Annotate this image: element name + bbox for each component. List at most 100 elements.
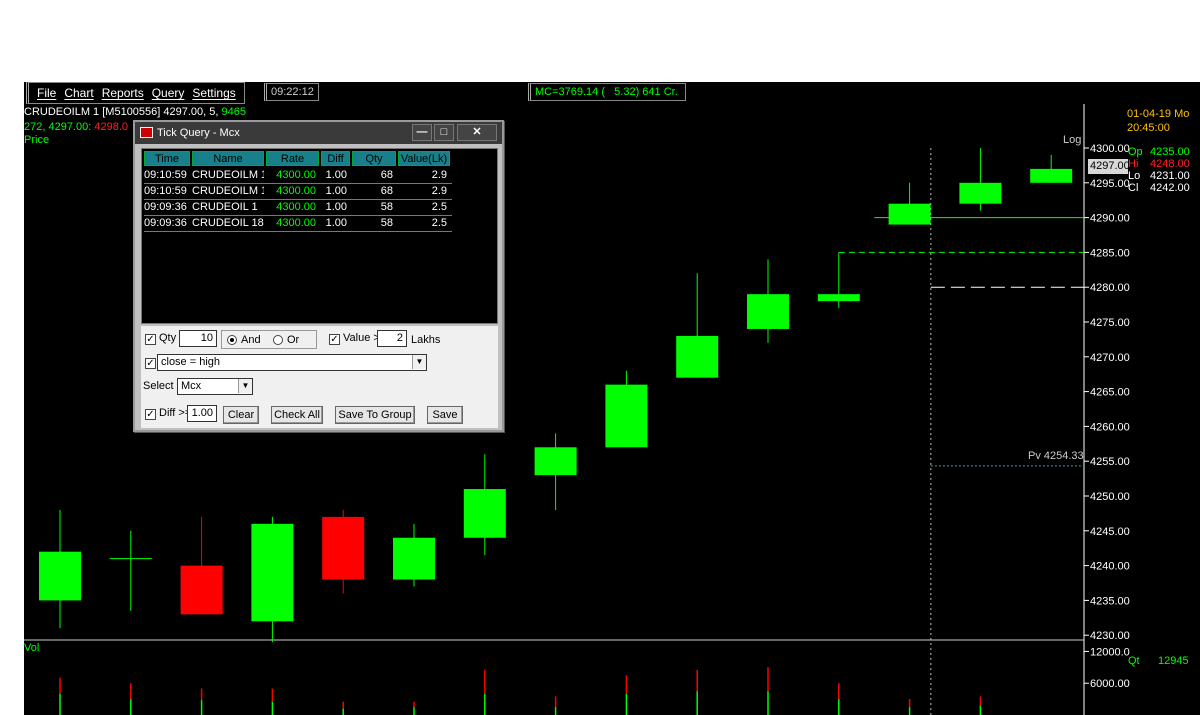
qty-checkbox[interactable]: ✓ bbox=[145, 334, 156, 345]
ohlc-value: 4231.00 bbox=[1150, 170, 1190, 182]
chevron-down-icon[interactable]: ▼ bbox=[412, 355, 426, 369]
candle-body bbox=[676, 335, 719, 378]
grid-cell-name[interactable]: CRUDEOIL 18 A bbox=[192, 215, 264, 231]
col-qty[interactable]: Qty bbox=[352, 151, 396, 166]
price-tick-label: 4290.00 bbox=[1090, 213, 1130, 225]
exchange-select[interactable]: Mcx ▼ bbox=[177, 378, 253, 395]
or-label: Or bbox=[287, 334, 300, 346]
qty-input[interactable]: 10 bbox=[179, 330, 217, 347]
select-label: Select bbox=[143, 380, 174, 392]
grid-cell-time[interactable]: 09:09:36 bbox=[144, 199, 190, 215]
value-input[interactable]: 2 bbox=[377, 330, 407, 347]
grid-cell-rate[interactable]: 4300.00 bbox=[266, 167, 319, 183]
col-rate[interactable]: Rate bbox=[266, 151, 319, 166]
save-button[interactable]: Save bbox=[427, 406, 463, 424]
price-tick-label: 4295.00 bbox=[1090, 178, 1130, 190]
grid-cell-time[interactable]: 09:09:36 bbox=[144, 215, 190, 231]
ohlc-key: Op bbox=[1128, 146, 1143, 158]
diff-input[interactable]: 1.00 bbox=[187, 405, 217, 422]
check-all-button[interactable]: Check All bbox=[271, 406, 323, 424]
grid-cell-diff[interactable]: 1.00 bbox=[321, 183, 350, 199]
market-cap: MC=3769.14 ( 5.32) 641 Cr. bbox=[528, 83, 686, 101]
close-icon[interactable]: ✕ bbox=[457, 124, 497, 141]
grid-cell-value[interactable]: 2.9 bbox=[398, 183, 450, 199]
exchange-value: Mcx bbox=[181, 380, 202, 392]
col-name[interactable]: Name bbox=[192, 151, 264, 166]
candle-body bbox=[888, 203, 931, 225]
minimize-icon[interactable]: — bbox=[412, 124, 432, 141]
grid-cell-rate[interactable]: 4300.00 bbox=[266, 199, 319, 215]
ohlc-key: Cl bbox=[1128, 182, 1139, 194]
or-radio[interactable] bbox=[273, 335, 283, 345]
quote-b: 4298.0 bbox=[94, 121, 129, 133]
lakhs-label: Lakhs bbox=[411, 334, 441, 346]
grid-cell-qty[interactable]: 58 bbox=[352, 215, 396, 231]
menu-file[interactable]: File bbox=[37, 86, 56, 100]
grid-cell-qty[interactable]: 58 bbox=[352, 199, 396, 215]
grid-cell-qty[interactable]: 68 bbox=[352, 183, 396, 199]
query-controls: ✓ Qty > 10 And Or ✓ Value > 2 Lakhs ✓ cl… bbox=[141, 326, 498, 428]
and-radio[interactable] bbox=[227, 335, 237, 345]
grid-cell-rate[interactable]: 4300.00 bbox=[266, 215, 319, 231]
candle-body bbox=[959, 182, 1002, 204]
menu-query[interactable]: Query bbox=[152, 86, 185, 100]
price-tick-label: 4300.00 bbox=[1090, 143, 1130, 155]
grid-cell-name[interactable]: CRUDEOILM 1 bbox=[192, 167, 264, 183]
grid-cell-rate[interactable]: 4300.00 bbox=[266, 183, 319, 199]
candle-body bbox=[39, 551, 81, 601]
menu-chart[interactable]: Chart bbox=[64, 86, 93, 100]
col-value[interactable]: Value(Lk) bbox=[398, 151, 450, 166]
symbol-text: CRUDEOILM 1 [M5100556] 4297.00, 5, bbox=[24, 106, 219, 118]
candle-body bbox=[605, 384, 648, 448]
menu-settings[interactable]: Settings bbox=[192, 86, 235, 100]
grid-cell-value[interactable]: 2.5 bbox=[398, 215, 450, 231]
vol-label: Vol bbox=[24, 642, 40, 654]
price-tick-label: 4245.00 bbox=[1090, 526, 1130, 538]
grid-cell-name[interactable]: CRUDEOILM 18 bbox=[192, 183, 264, 199]
volume-tick-label: 12000.0 bbox=[1090, 646, 1130, 658]
chart-time: 20:45:00 bbox=[1127, 122, 1170, 134]
grid-cell-time[interactable]: 09:10:59 bbox=[144, 183, 190, 199]
grid-cell-value[interactable]: 2.5 bbox=[398, 199, 450, 215]
chevron-down-icon[interactable]: ▼ bbox=[238, 379, 252, 393]
grid-cell-diff[interactable]: 1.00 bbox=[321, 215, 350, 231]
diff-checkbox[interactable]: ✓ bbox=[145, 409, 156, 420]
condition-select[interactable]: close = high ▼ bbox=[157, 354, 427, 371]
chart-date: 01-04-19 Mo bbox=[1127, 108, 1190, 120]
grid-cell-diff[interactable]: 1.00 bbox=[321, 199, 350, 215]
volume-tick-label: 6000.00 bbox=[1090, 678, 1130, 690]
menu-reports[interactable]: Reports bbox=[102, 86, 144, 100]
ohlc-value: 4248.00 bbox=[1150, 158, 1190, 170]
grid-cell-diff[interactable]: 1.00 bbox=[321, 167, 350, 183]
qt-label: Qt bbox=[1128, 655, 1140, 667]
current-price-tag: 4297.00 bbox=[1088, 159, 1130, 174]
dialog-title: Tick Query - Mcx bbox=[157, 127, 240, 139]
maximize-icon[interactable]: □ bbox=[434, 124, 454, 141]
clear-button[interactable]: Clear bbox=[223, 406, 259, 424]
value-checkbox[interactable]: ✓ bbox=[329, 334, 340, 345]
price-tick-label: 4250.00 bbox=[1090, 491, 1130, 503]
dialog-titlebar[interactable]: Tick Query - Mcx — □ ✕ bbox=[135, 122, 502, 144]
candle-body bbox=[463, 489, 506, 538]
candle-body bbox=[534, 447, 577, 476]
col-time[interactable]: Time bbox=[144, 151, 190, 166]
candle-body bbox=[1030, 168, 1073, 183]
candle-body bbox=[747, 294, 789, 329]
col-diff[interactable]: Diff bbox=[321, 151, 350, 166]
price-label: Price bbox=[24, 134, 50, 146]
tick-query-dialog[interactable]: Tick Query - Mcx — □ ✕ Time Name Rate Di… bbox=[133, 120, 504, 432]
condition-value: close = high bbox=[161, 356, 221, 368]
log-toggle[interactable]: Log bbox=[1063, 134, 1081, 146]
grid-cell-qty[interactable]: 68 bbox=[352, 167, 396, 183]
grid-cell-name[interactable]: CRUDEOIL 1 bbox=[192, 199, 264, 215]
tick-grid[interactable]: Time Name Rate Diff Qty Value(Lk) 09:10:… bbox=[141, 148, 498, 324]
symbol-extra: 9465 bbox=[221, 106, 246, 118]
save-to-group-button[interactable]: Save To Group bbox=[335, 406, 415, 424]
ohlc-value: 4235.00 bbox=[1150, 146, 1190, 158]
menu-bar: File Chart Reports Query Settings bbox=[26, 82, 245, 104]
condition-checkbox[interactable]: ✓ bbox=[145, 358, 156, 369]
grid-cell-value[interactable]: 2.9 bbox=[398, 167, 450, 183]
row-divider bbox=[144, 231, 452, 232]
value-label: Value > bbox=[343, 332, 380, 344]
grid-cell-time[interactable]: 09:10:59 bbox=[144, 167, 190, 183]
